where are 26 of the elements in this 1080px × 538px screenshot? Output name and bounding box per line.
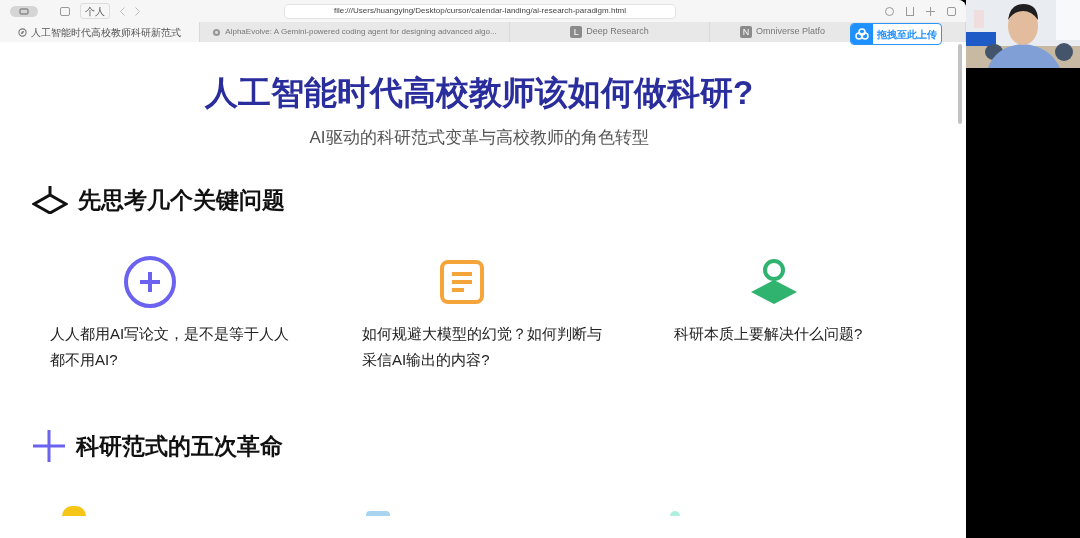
plus-icon bbox=[32, 429, 66, 464]
back-icon[interactable] bbox=[120, 6, 125, 16]
page-subtitle: AI驱动的科研范式变革与高校教师的角色转型 bbox=[308, 127, 650, 149]
tab-favicon: N bbox=[740, 26, 752, 38]
tab-favicon: L bbox=[570, 26, 583, 38]
browser-tab[interactable]: 人工智能时代高校教师科研新范式 bbox=[0, 22, 200, 42]
window-icon[interactable] bbox=[10, 5, 38, 17]
page-title: 人工智能时代高校教师该如何做科研? bbox=[203, 76, 755, 109]
share-icon[interactable] bbox=[906, 6, 914, 16]
diamond-icon bbox=[32, 185, 68, 214]
scrollbar-thumb[interactable] bbox=[958, 44, 962, 124]
sidebar-icon[interactable] bbox=[60, 6, 70, 16]
forward-icon[interactable] bbox=[135, 6, 140, 16]
cloud-icon bbox=[851, 24, 873, 44]
upload-badge[interactable]: 拖拽至此上传 bbox=[850, 23, 942, 45]
address-field[interactable]: file:///Users/huangying/Desktop/cursor/calendar-landing/ai-research-paradigm.html bbox=[284, 3, 676, 19]
new-tab-icon[interactable] bbox=[926, 6, 935, 16]
section-heading: 科研范式的五次革命 bbox=[76, 432, 283, 461]
gear-icon bbox=[212, 27, 222, 37]
question-text: 人人都用AI写论文，是不是等于人人都不用AI? bbox=[50, 324, 290, 370]
question-text: 科研本质上要解决什么问题? bbox=[674, 324, 864, 344]
compass-icon bbox=[18, 27, 27, 37]
tabs-overview-icon[interactable] bbox=[947, 6, 956, 16]
section-heading: 先思考几个关键问题 bbox=[78, 185, 285, 215]
profile-button[interactable]: 个人 bbox=[80, 3, 110, 19]
question-text: 如何规避大模型的幻觉？如何判断与采信AI输出的内容? bbox=[362, 324, 602, 370]
